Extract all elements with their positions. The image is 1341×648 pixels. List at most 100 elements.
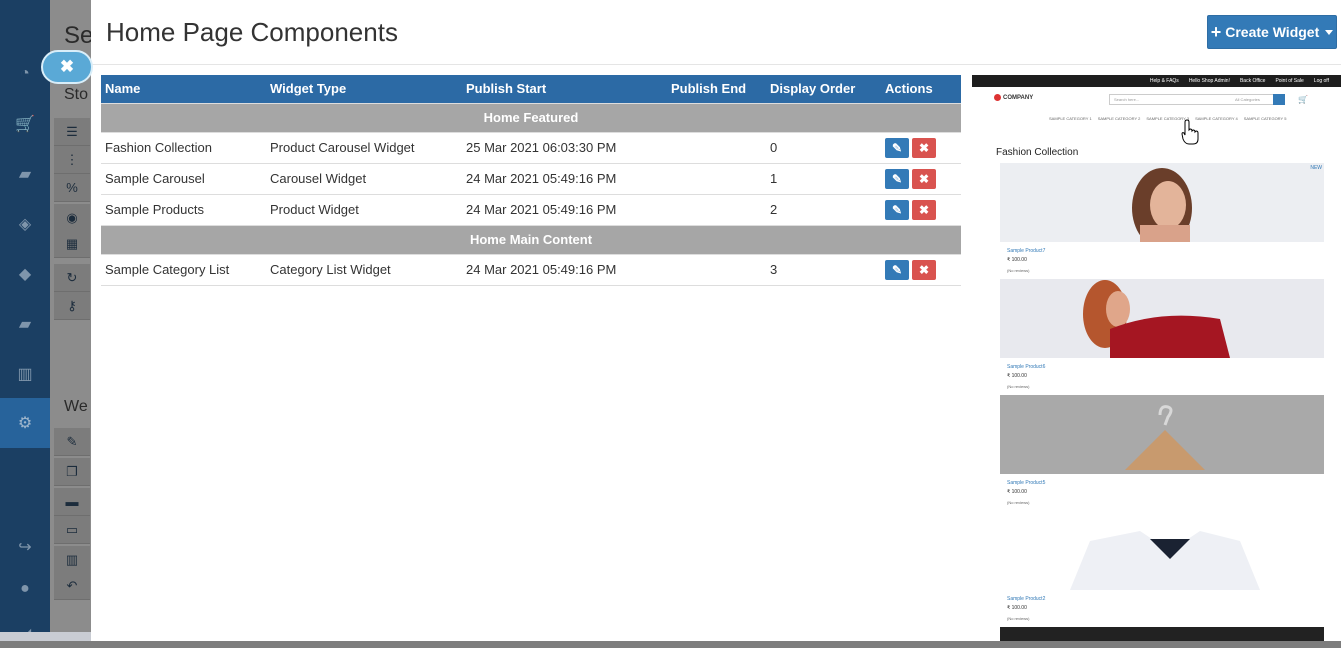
create-widget-button[interactable]: + Create Widget xyxy=(1207,15,1337,49)
product-image[interactable] xyxy=(1000,279,1324,358)
product-price: ₹ 100.00 xyxy=(1007,257,1027,263)
reports-icon[interactable]: ▥ xyxy=(11,360,39,388)
preview-link[interactable]: Log off xyxy=(1314,78,1329,84)
home-page-components-modal: Home Page Components + Create Widget Nam… xyxy=(91,0,1341,641)
cell-name: Fashion Collection xyxy=(101,132,266,164)
times-icon: ✖ xyxy=(918,140,930,155)
times-icon: ✖ xyxy=(918,171,930,186)
cell-order: 2 xyxy=(766,194,881,226)
cell-start: 24 Mar 2021 05:49:16 PM xyxy=(462,254,667,286)
cell-type: Category List Widget xyxy=(266,254,462,286)
catalog-icon[interactable]: ▰ xyxy=(11,310,39,338)
storefront-preview: Help & FAQs Hello Shop Admin! Back Offic… xyxy=(972,75,1341,641)
bg-filter-icon: ⋮ xyxy=(54,146,90,174)
bg-refresh-icon: ↻ xyxy=(54,264,90,292)
preview-link[interactable]: Help & FAQs xyxy=(1150,78,1179,84)
logo-pin-icon xyxy=(994,94,1001,101)
cell-start: 24 Mar 2021 05:49:16 PM xyxy=(462,194,667,226)
times-icon: ✖ xyxy=(918,202,930,217)
product-price: ₹ 100.00 xyxy=(1007,373,1027,379)
cell-order: 0 xyxy=(766,132,881,164)
delete-button[interactable]: ✖ xyxy=(912,259,936,280)
tags-icon[interactable]: ◆ xyxy=(11,260,39,288)
modal-header: Home Page Components + Create Widget xyxy=(91,0,1341,65)
cell-type: Product Widget xyxy=(266,194,462,226)
category-select[interactable]: All Categories xyxy=(1235,95,1260,104)
preview-link[interactable]: Point of Sale xyxy=(1275,78,1303,84)
dashboard-icon[interactable]: ◔ xyxy=(11,60,39,88)
preview-logo[interactable]: COMPANY xyxy=(994,94,1033,101)
col-publish-end[interactable]: Publish End xyxy=(667,75,766,104)
col-name[interactable]: Name xyxy=(101,75,266,104)
cell-end xyxy=(667,163,766,195)
cart-icon[interactable]: 🛒 xyxy=(11,110,39,138)
bg-chart-icon: ▥ xyxy=(54,546,90,574)
preview-category[interactable]: SAMPLE CATEGORY 2 xyxy=(1098,116,1141,121)
product-image[interactable] xyxy=(1000,511,1324,590)
product-name[interactable]: Sample Product5 xyxy=(1007,480,1341,486)
product-image[interactable]: NEW xyxy=(1000,163,1324,242)
product-price: ₹ 100.00 xyxy=(1007,605,1027,611)
col-display-order[interactable]: Display Order xyxy=(766,75,881,104)
product-photo-red-dress xyxy=(1000,279,1324,358)
delete-button[interactable]: ✖ xyxy=(912,168,936,189)
cell-actions: ✎ ✖ xyxy=(881,163,961,195)
edit-button[interactable]: ✎ xyxy=(885,137,909,158)
hand-cursor-icon xyxy=(1181,119,1199,145)
caret-down-icon xyxy=(1325,29,1334,35)
table-row[interactable]: Fashion Collection Product Carousel Widg… xyxy=(101,132,961,164)
close-modal-button[interactable]: ✖ xyxy=(41,50,93,84)
bg-truck-icon: ▬ xyxy=(54,488,90,516)
table-row[interactable]: Sample Carousel Carousel Widget 24 Mar 2… xyxy=(101,163,961,195)
preview-top-bar: Help & FAQs Hello Shop Admin! Back Offic… xyxy=(972,75,1341,87)
bg-title: Se xyxy=(64,22,94,49)
preview-cart-icon[interactable]: 🛒 xyxy=(1298,95,1308,104)
product-name[interactable]: Sample Product6 xyxy=(1007,364,1341,370)
product-reviews: (No reviews) xyxy=(1007,384,1030,389)
edit-button[interactable]: ✎ xyxy=(885,199,909,220)
cell-type: Carousel Widget xyxy=(266,163,462,195)
table-header-row: Name Widget Type Publish Start Publish E… xyxy=(101,75,961,104)
left-nav-rail: ◔ 🛒 ▰ ◈ ◆ ▰ ▥ ⚙ ↪ ● ◢ xyxy=(0,0,50,643)
product-name[interactable]: Sample Product2 xyxy=(1007,596,1341,602)
new-badge: NEW xyxy=(1310,165,1322,171)
pencil-icon: ✎ xyxy=(891,140,903,155)
edit-button[interactable]: ✎ xyxy=(885,168,909,189)
table-row[interactable]: Sample Products Product Widget 24 Mar 20… xyxy=(101,194,961,226)
cell-order: 1 xyxy=(766,163,881,195)
pencil-icon: ✎ xyxy=(891,202,903,217)
product-name[interactable]: Sample Product7 xyxy=(1007,248,1341,254)
table-row[interactable]: Sample Category List Category List Widge… xyxy=(101,254,961,286)
search-placeholder: Search here... xyxy=(1114,97,1140,102)
delete-button[interactable]: ✖ xyxy=(912,199,936,220)
col-publish-start[interactable]: Publish Start xyxy=(462,75,667,104)
group-row: Home Featured xyxy=(101,103,961,133)
col-actions: Actions xyxy=(881,75,961,104)
cubes-icon[interactable]: ◈ xyxy=(11,210,39,238)
edit-button[interactable]: ✎ xyxy=(885,259,909,280)
product-image[interactable] xyxy=(1000,395,1324,474)
search-icon[interactable] xyxy=(1273,94,1285,105)
preview-link[interactable]: Hello Shop Admin! xyxy=(1189,78,1230,84)
col-widget-type[interactable]: Widget Type xyxy=(266,75,462,104)
preview-link[interactable]: Back Office xyxy=(1240,78,1265,84)
delete-button[interactable]: ✖ xyxy=(912,137,936,158)
bg-list-icon: ☰ xyxy=(54,118,90,146)
product-price: ₹ 100.00 xyxy=(1007,489,1027,495)
product-image[interactable] xyxy=(1000,627,1324,641)
logo-text: COMPANY xyxy=(1003,95,1034,102)
bg-percent-icon: % xyxy=(54,174,90,202)
preview-categories: SAMPLE CATEGORY 1 SAMPLE CATEGORY 2 SAMP… xyxy=(972,113,1341,123)
preview-category[interactable]: SAMPLE CATEGORY 4 xyxy=(1195,116,1238,121)
settings-gears-icon[interactable]: ⚙ xyxy=(11,409,39,437)
cell-name: Sample Products xyxy=(101,194,266,226)
preview-category[interactable]: SAMPLE CATEGORY 5 xyxy=(1244,116,1287,121)
group-label: Home Main Content xyxy=(101,225,961,255)
preview-category[interactable]: SAMPLE CATEGORY 1 xyxy=(1049,116,1092,121)
signout-icon[interactable]: ↪ xyxy=(11,533,39,561)
bg-section-web: We xyxy=(64,398,88,415)
user-icon[interactable]: ● xyxy=(11,575,39,603)
cell-end xyxy=(667,194,766,226)
preview-search[interactable]: Search here... All Categories xyxy=(1109,94,1285,105)
book-icon[interactable]: ▰ xyxy=(11,160,39,188)
